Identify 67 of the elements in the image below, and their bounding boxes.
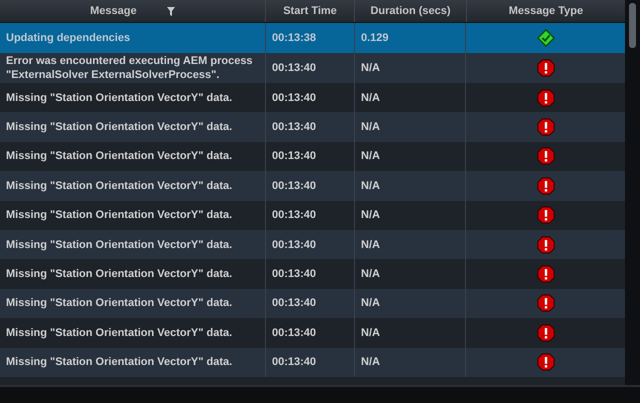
message-text: Missing "Station Orientation VectorY" data. [6, 296, 232, 310]
table-row[interactable]: Missing "Station Orientation VectorY" data. 00:13:40 N/A [0, 288, 625, 318]
error-icon [536, 265, 554, 284]
duration-text: N/A [361, 296, 380, 310]
column-header[interactable]: Message [0, 0, 266, 22]
message-text: Updating dependencies [6, 31, 130, 45]
start-time-text: 00:13:40 [272, 296, 316, 310]
duration-text: N/A [361, 178, 380, 193]
start-time-text: 00:13:40 [272, 149, 316, 164]
table-row[interactable]: Missing "Station Orientation VectorY" data. 00:13:40 N/A [0, 259, 625, 289]
duration-text: N/A [361, 326, 380, 340]
table-row[interactable]: Missing "Station Orientation VectorY" data. 00:13:40 N/A [0, 318, 625, 348]
start-time-text: 00:13:40 [272, 355, 316, 370]
table-row[interactable]: Missing "Station Orientation VectorY" data. 00:13:40 N/A [0, 230, 625, 260]
duration-text: N/A [361, 208, 380, 222]
message-text: Error was encountered executing AEM process "ExternalSolver ExternalSolverProcess". [6, 54, 254, 82]
duration-text: N/A [361, 355, 380, 370]
start-time-text: 00:13:40 [272, 90, 316, 105]
column-header[interactable]: Start Time [266, 0, 356, 22]
message-text: Missing "Station Orientation VectorY" data. [6, 90, 232, 105]
error-icon [536, 236, 554, 254]
error-icon [536, 294, 554, 312]
duration-text: N/A [361, 61, 380, 75]
duration-text: N/A [361, 149, 380, 164]
start-time-text: 00:13:40 [272, 326, 316, 340]
duration-text: N/A [361, 120, 380, 134]
start-time-text: 00:13:40 [272, 178, 316, 193]
table-row[interactable]: Missing "Station Orientation VectorY" data. 00:13:40 N/A [0, 171, 625, 201]
message-text: Missing "Station Orientation VectorY" data. [6, 355, 232, 370]
start-time-text: 00:13:40 [272, 238, 316, 252]
error-icon [536, 206, 554, 224]
error-icon [536, 59, 554, 77]
table-row[interactable]: Missing "Station Orientation VectorY" data. 00:13:40 N/A [0, 112, 625, 142]
table-row[interactable]: Updating dependencies 00:13:38 0.129 [0, 23, 625, 53]
table-row[interactable]: Missing "Station Orientation VectorY" data. 00:13:40 N/A [0, 348, 625, 377]
message-text: Missing "Station Orientation VectorY" data. [6, 238, 232, 252]
message-text: Missing "Station Orientation VectorY" data. [6, 178, 232, 193]
table-row[interactable]: Missing "Station Orientation VectorY" data. 00:13:40 N/A [0, 200, 625, 230]
table-row[interactable]: Missing "Station Orientation VectorY" data. 00:13:40 N/A [0, 83, 625, 112]
duration-text: N/A [361, 90, 380, 105]
start-time-text: 00:13:38 [272, 31, 316, 45]
duration-text: N/A [361, 238, 380, 252]
scrollbar[interactable] [625, 0, 640, 385]
error-icon [536, 353, 554, 372]
message-text: Missing "Station Orientation VectorY" data. [6, 149, 232, 164]
message-text: Missing "Station Orientation VectorY" data. [6, 120, 232, 134]
error-icon [536, 324, 554, 342]
start-time-text: 00:13:40 [272, 61, 316, 75]
start-time-text: 00:13:40 [272, 267, 316, 282]
column-header[interactable]: Duration (secs) [355, 0, 467, 22]
duration-text: 0.129 [361, 31, 389, 45]
column-header[interactable]: Message Type [466, 0, 625, 22]
checkmark-icon [536, 29, 554, 47]
error-icon [536, 147, 554, 166]
error-icon [536, 118, 554, 136]
table-row[interactable]: Error was encountered executing AEM process "ExternalSolver ExternalSolverProcess". 00:13:40 N/A [0, 53, 625, 83]
error-icon [536, 88, 554, 107]
message-text: Missing "Station Orientation VectorY" data. [6, 326, 232, 340]
table-row[interactable]: Missing "Station Orientation VectorY" data. 00:13:40 N/A [0, 142, 625, 172]
message-text: Missing "Station Orientation VectorY" data. [6, 267, 232, 282]
message-text: Missing "Station Orientation VectorY" data. [6, 208, 232, 222]
start-time-text: 00:13:40 [272, 208, 316, 222]
error-icon [536, 176, 554, 195]
filter-icon[interactable] [166, 6, 175, 16]
start-time-text: 00:13:40 [272, 120, 316, 134]
duration-text: N/A [361, 267, 380, 282]
scrollbar-thumb[interactable] [629, 3, 636, 48]
